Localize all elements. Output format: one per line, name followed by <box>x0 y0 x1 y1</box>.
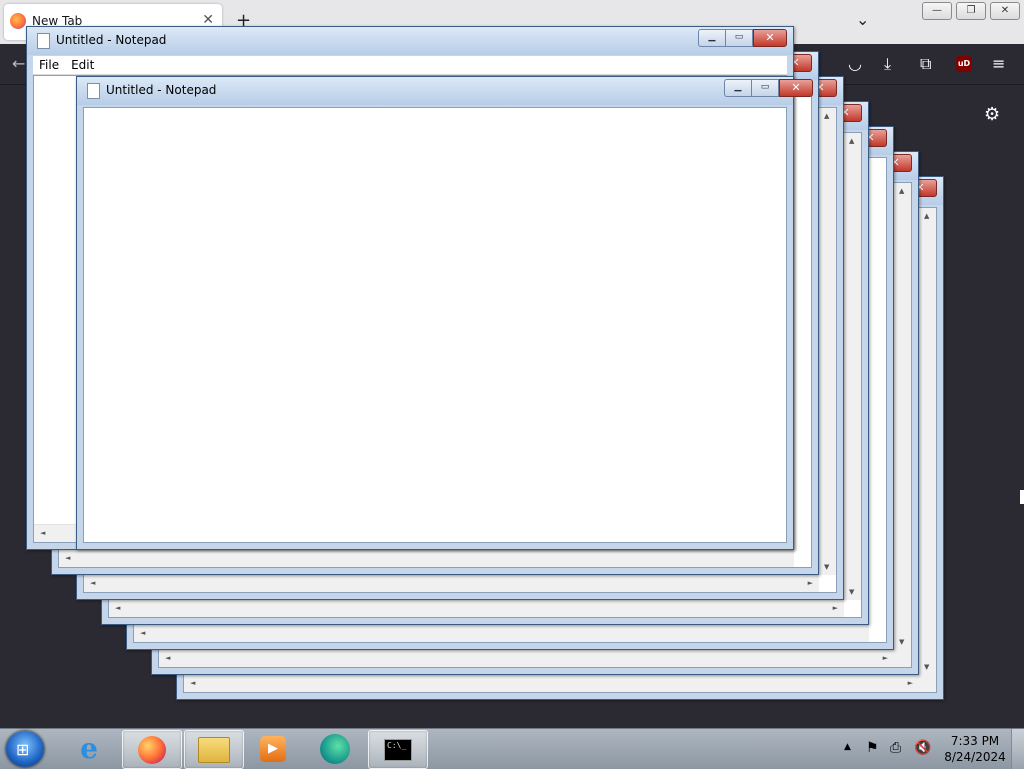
network-icon[interactable]: ⎙ <box>890 740 906 756</box>
scroll-left-icon[interactable]: ◄ <box>140 629 145 637</box>
notepad-text-area[interactable] <box>83 107 787 543</box>
scroll-down-icon[interactable]: ▼ <box>899 638 904 646</box>
clock-time: 7:33 PM <box>950 734 1000 748</box>
internet-explorer-icon: e <box>80 731 98 765</box>
vertical-scrollbar[interactable]: ▲ ▼ <box>918 208 936 675</box>
pocket-icon[interactable]: ◡ <box>848 54 862 73</box>
scroll-right-icon[interactable]: ► <box>908 679 913 687</box>
taskbar-edge[interactable] <box>306 730 364 767</box>
ublock-icon[interactable]: uD <box>956 56 972 72</box>
scroll-left-icon[interactable]: ◄ <box>90 579 95 587</box>
mouse-cursor-icon <box>1020 490 1024 504</box>
taskbar-file-explorer[interactable] <box>184 730 244 769</box>
taskbar-internet-explorer[interactable]: e <box>60 730 118 767</box>
maximize-button[interactable]: ▭ <box>725 29 753 47</box>
taskbar-command-prompt[interactable]: C:\_ <box>368 730 428 769</box>
scroll-up-icon[interactable]: ▲ <box>824 112 829 120</box>
action-center-flag-icon[interactable]: ⚑ <box>866 740 882 756</box>
list-all-tabs-icon[interactable]: ⌄ <box>856 10 869 29</box>
notepad-window-front[interactable]: Untitled - Notepad ▁ ▭ ✕ <box>76 76 813 550</box>
scroll-right-icon[interactable]: ► <box>833 604 838 612</box>
firefox-close-button[interactable]: ✕ <box>990 2 1020 20</box>
firefox-window-controls: — ❐ ✕ <box>922 2 1020 20</box>
scroll-right-icon[interactable]: ► <box>808 579 813 587</box>
scroll-up-icon[interactable]: ▲ <box>899 187 904 195</box>
close-button[interactable]: ✕ <box>779 79 813 97</box>
vertical-scrollbar[interactable]: ▲ ▼ <box>843 133 861 600</box>
scroll-up-icon[interactable]: ▲ <box>924 212 929 220</box>
horizontal-scrollbar[interactable]: ◄ ► <box>159 649 894 667</box>
horizontal-scrollbar[interactable]: ◄ ► <box>184 674 919 692</box>
scroll-up-icon[interactable]: ▲ <box>849 137 854 145</box>
scroll-down-icon[interactable]: ▼ <box>849 588 854 596</box>
show-desktop-button[interactable] <box>1011 729 1024 769</box>
close-button[interactable]: ✕ <box>753 29 787 47</box>
folder-icon <box>198 736 230 763</box>
taskbar-media-player[interactable]: ▶ <box>244 730 302 767</box>
notepad-title-bar[interactable]: Untitled - Notepad ▁ ▭ ✕ <box>77 77 813 105</box>
clock-date: 8/24/2024 <box>944 750 1006 764</box>
horizontal-scrollbar[interactable]: ◄ ► <box>84 574 819 592</box>
scroll-left-icon[interactable]: ◄ <box>190 679 195 687</box>
command-prompt-icon: C:\_ <box>384 738 412 761</box>
taskbar-firefox[interactable] <box>122 730 182 769</box>
minimize-button[interactable]: ▁ <box>724 79 751 97</box>
vertical-scrollbar[interactable]: ▲ ▼ <box>893 183 911 650</box>
windows-logo-icon: ⊞ <box>16 740 30 759</box>
volume-muted-icon[interactable]: 🔇 <box>914 740 931 756</box>
start-button[interactable]: ⊞ <box>6 731 44 767</box>
media-player-icon: ▶ <box>260 735 286 762</box>
minimize-button[interactable]: ▁ <box>698 29 725 47</box>
scroll-down-icon[interactable]: ▼ <box>924 663 929 671</box>
resize-grip[interactable] <box>894 650 911 667</box>
menu-edit[interactable]: Edit <box>71 56 94 74</box>
horizontal-scrollbar[interactable]: ◄ ► <box>109 599 844 617</box>
firefox-icon <box>138 735 166 764</box>
extensions-icon[interactable]: ⧉ <box>920 54 931 74</box>
show-hidden-icons-arrow[interactable]: ▲ <box>844 742 851 752</box>
system-clock[interactable]: 7:33 PM 8/24/2024 <box>944 733 1006 765</box>
settings-gear-icon[interactable]: ⚙ <box>984 104 1000 125</box>
firefox-restore-button[interactable]: ❐ <box>956 2 986 20</box>
notepad-doc-icon <box>87 83 100 99</box>
notepad-title-bar[interactable]: Untitled - Notepad ▁ ▭ ✕ <box>27 27 793 55</box>
resize-grip[interactable] <box>919 675 936 692</box>
vertical-scrollbar[interactable]: ▲ ▼ <box>818 108 836 575</box>
back-arrow-icon[interactable]: ← <box>12 54 25 73</box>
scroll-left-icon[interactable]: ◄ <box>165 654 170 662</box>
firefox-minimize-button[interactable]: — <box>922 2 952 20</box>
window-title: Untitled - Notepad <box>106 83 217 97</box>
menu-icon[interactable]: ≡ <box>992 54 1005 73</box>
menu-bar: File Edit <box>33 56 787 75</box>
firefox-logo-icon <box>10 13 26 29</box>
horizontal-scrollbar[interactable]: ◄ <box>134 624 869 642</box>
scroll-left-icon[interactable]: ◄ <box>65 554 70 562</box>
menu-file[interactable]: File <box>39 56 59 74</box>
scroll-down-icon[interactable]: ▼ <box>824 563 829 571</box>
scroll-left-icon[interactable]: ◄ <box>115 604 120 612</box>
edge-icon <box>320 733 350 764</box>
scroll-left-icon[interactable]: ◄ <box>40 529 45 537</box>
taskbar: ⊞ e ▶ C:\_ ▲ ⚑ ⎙ 🔇 7:33 PM 8/24/2024 <box>0 728 1024 769</box>
download-icon[interactable]: ⤓ <box>884 54 891 74</box>
maximize-button[interactable]: ▭ <box>751 79 779 97</box>
window-title: Untitled - Notepad <box>56 33 167 47</box>
scroll-right-icon[interactable]: ► <box>883 654 888 662</box>
notepad-doc-icon <box>37 33 50 49</box>
horizontal-scrollbar[interactable]: ◄ <box>59 549 794 567</box>
